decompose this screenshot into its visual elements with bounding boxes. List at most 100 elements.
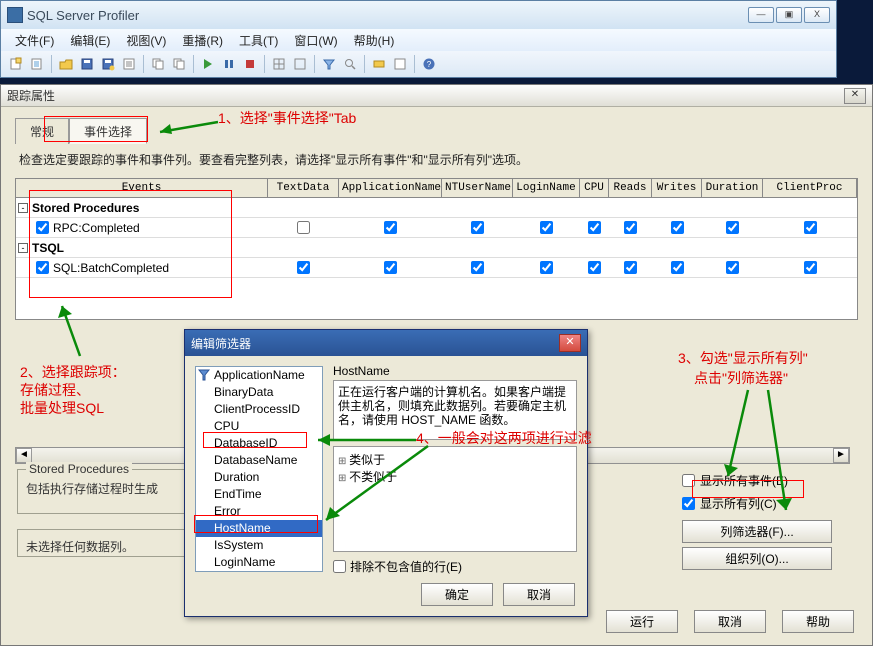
menu-edit[interactable]: 编辑(E) — [62, 29, 118, 51]
menu-help[interactable]: 帮助(H) — [346, 29, 403, 51]
tab-general[interactable]: 常规 — [15, 118, 69, 144]
filter-item-databaseid[interactable]: DatabaseID — [196, 435, 322, 452]
filter-item[interactable]: LoginSid — [196, 571, 322, 572]
filter-item[interactable]: CPU — [196, 418, 322, 435]
filter-item[interactable]: LoginName — [196, 554, 322, 571]
chk-b-login[interactable] — [540, 261, 553, 274]
saveas-icon[interactable] — [99, 55, 117, 73]
col-textdata[interactable]: TextData — [268, 179, 339, 197]
filter-item[interactable]: EndTime — [196, 486, 322, 503]
filter-item[interactable]: ClientProcessID — [196, 401, 322, 418]
help-icon[interactable]: ? — [420, 55, 438, 73]
template-icon[interactable] — [28, 55, 46, 73]
filter-item[interactable]: BinaryData — [196, 384, 322, 401]
chk-b-appname[interactable] — [384, 261, 397, 274]
main-titlebar: SQL Server Profiler — ▣ X — [1, 1, 836, 29]
col-appname[interactable]: ApplicationName — [339, 179, 442, 197]
groupbox-sp: Stored Procedures 包括执行存储过程时生成 — [17, 469, 197, 514]
show-cols-checkbox[interactable]: 显示所有列(C) — [682, 495, 852, 512]
col-writes[interactable]: Writes — [652, 179, 702, 197]
cancel-button[interactable]: 取消 — [694, 610, 766, 633]
filter-icon[interactable] — [320, 55, 338, 73]
row-rpc-check[interactable] — [36, 221, 49, 234]
filter-column-list[interactable]: ApplicationName BinaryData ClientProcess… — [195, 366, 323, 572]
minimize-button[interactable]: — — [748, 7, 774, 23]
menu-window[interactable]: 窗口(W) — [286, 29, 345, 51]
dialog-close-button[interactable]: ✕ — [844, 88, 866, 104]
chk-rpc-ntuser[interactable] — [471, 221, 484, 234]
chk-b-ntuser[interactable] — [471, 261, 484, 274]
close-button[interactable]: X — [804, 7, 830, 23]
run-icon[interactable] — [199, 55, 217, 73]
filter-item[interactable]: DatabaseName — [196, 452, 322, 469]
col-cpu[interactable]: CPU — [580, 179, 609, 197]
zoom-icon[interactable] — [270, 55, 288, 73]
filter-ok-button[interactable]: 确定 — [421, 583, 493, 606]
collapse-tsql-icon[interactable]: - — [18, 243, 28, 253]
copy-icon[interactable] — [149, 55, 167, 73]
chk-b-reads[interactable] — [624, 261, 637, 274]
chk-rpc-appname[interactable] — [384, 221, 397, 234]
chk-rpc-cpu[interactable] — [588, 221, 601, 234]
col-duration[interactable]: Duration — [702, 179, 763, 197]
help-button[interactable]: 帮助 — [782, 610, 854, 633]
col-login[interactable]: LoginName — [513, 179, 580, 197]
filter-close-button[interactable]: ✕ — [559, 334, 581, 352]
chk-rpc-client[interactable] — [804, 221, 817, 234]
menu-view[interactable]: 视图(V) — [118, 29, 174, 51]
chk-b-client[interactable] — [804, 261, 817, 274]
find-icon[interactable] — [341, 55, 359, 73]
org-cols-button[interactable]: 组织列(O)... — [682, 547, 832, 570]
tool2-icon[interactable] — [391, 55, 409, 73]
col-reads[interactable]: Reads — [609, 179, 652, 197]
col-client[interactable]: ClientProc — [763, 179, 857, 197]
menu-replay[interactable]: 重播(R) — [174, 29, 231, 51]
new-trace-icon[interactable] — [7, 55, 25, 73]
toolbar: ? — [1, 51, 836, 77]
tree-notlike[interactable]: 不类似于 — [338, 468, 572, 485]
filter-item-appname[interactable]: ApplicationName — [196, 367, 322, 384]
tool1-icon[interactable] — [370, 55, 388, 73]
stop-icon[interactable] — [241, 55, 259, 73]
filter-item[interactable]: Error — [196, 503, 322, 520]
chk-rpc-reads[interactable] — [624, 221, 637, 234]
maximize-button[interactable]: ▣ — [776, 7, 802, 23]
chk-rpc-writes[interactable] — [671, 221, 684, 234]
row-batch-check[interactable] — [36, 261, 49, 274]
col-filter-button[interactable]: 列筛选器(F)... — [682, 520, 832, 543]
pause-icon[interactable] — [220, 55, 238, 73]
chk-rpc-textdata[interactable] — [297, 221, 310, 234]
chk-b-cpu[interactable] — [588, 261, 601, 274]
filter-cancel-button[interactable]: 取消 — [503, 583, 575, 606]
chk-rpc-duration[interactable] — [726, 221, 739, 234]
tab-events[interactable]: 事件选择 — [69, 118, 147, 144]
filter-item[interactable]: Duration — [196, 469, 322, 486]
events-grid: Events TextData ApplicationName NTUserNa… — [15, 178, 858, 320]
show-events-checkbox[interactable]: 显示所有事件(E) — [682, 472, 852, 489]
menu-file[interactable]: 文件(F) — [7, 29, 62, 51]
filter-item[interactable]: IsSystem — [196, 537, 322, 554]
scroll-right-icon[interactable]: ► — [833, 448, 849, 463]
col-ntuser[interactable]: NTUserName — [442, 179, 513, 197]
collapse-sp-icon[interactable]: - — [18, 203, 28, 213]
menu-tools[interactable]: 工具(T) — [231, 29, 286, 51]
chk-b-duration[interactable] — [726, 261, 739, 274]
chk-b-textdata[interactable] — [297, 261, 310, 274]
tree-like[interactable]: 类似于 — [338, 451, 572, 468]
save-icon[interactable] — [78, 55, 96, 73]
groupbox-nocol: 未选择任何数据列。 — [17, 529, 197, 557]
zoom2-icon[interactable] — [291, 55, 309, 73]
chk-rpc-login[interactable] — [540, 221, 553, 234]
scroll-left-icon[interactable]: ◄ — [16, 448, 32, 463]
instruction-text: 检查选定要跟踪的事件和事件列。要查看完整列表，请选择"显示所有事件"和"显示所有… — [19, 151, 858, 168]
filter-desc: 正在运行客户端的计算机名。如果客户端提供主机名，则填充此数据列。若要确定主机名，… — [333, 380, 577, 440]
filter-condition-tree[interactable]: 类似于 不类似于 — [333, 446, 577, 552]
chk-b-writes[interactable] — [671, 261, 684, 274]
filter-item-hostname[interactable]: HostName — [196, 520, 322, 537]
col-events[interactable]: Events — [16, 179, 268, 197]
properties-icon[interactable] — [120, 55, 138, 73]
exclude-empty-checkbox[interactable]: 排除不包含值的行(E) — [333, 558, 577, 575]
run-button[interactable]: 运行 — [606, 610, 678, 633]
copy2-icon[interactable] — [170, 55, 188, 73]
open-icon[interactable] — [57, 55, 75, 73]
